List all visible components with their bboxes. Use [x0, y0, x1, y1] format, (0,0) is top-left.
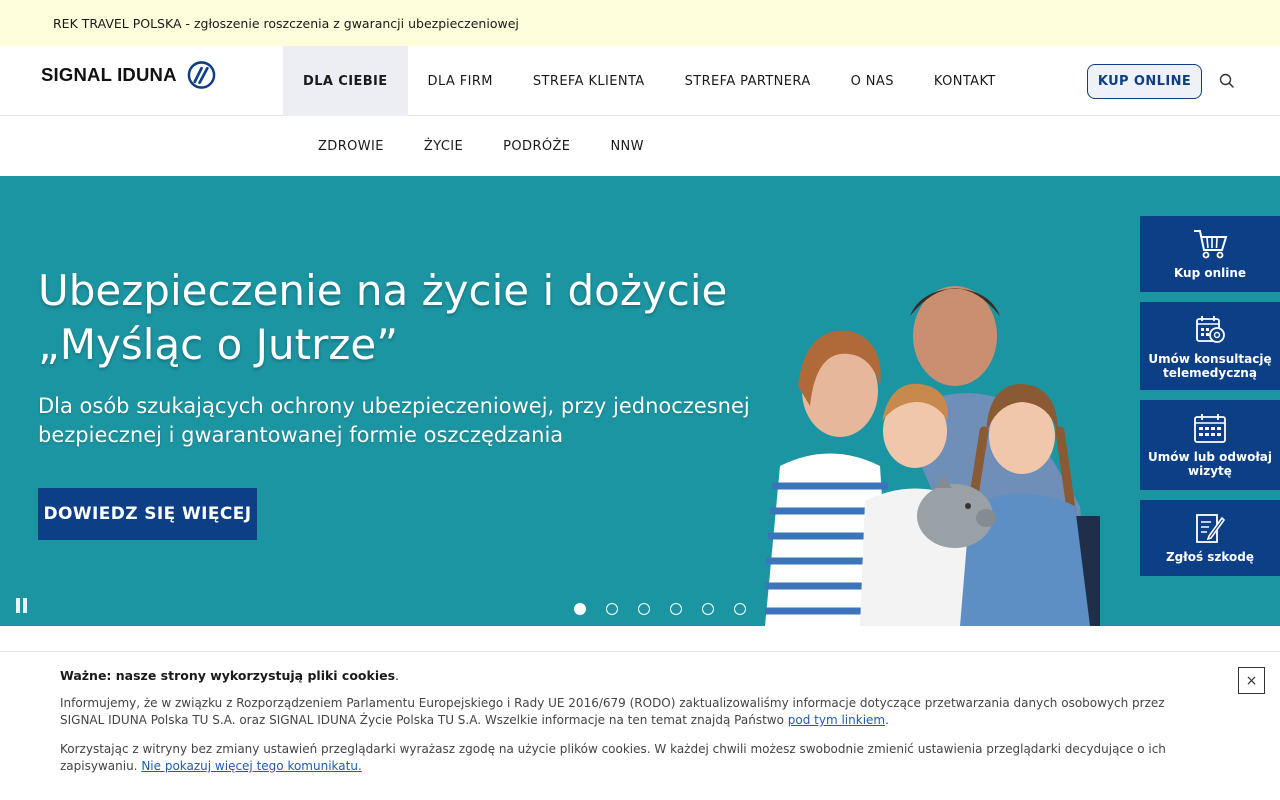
search-icon[interactable]	[1218, 72, 1236, 90]
tile-label: Umów konsultację telemedyczną	[1148, 352, 1272, 380]
page: REK TRAVEL POLSKA - zgłoszenie roszczeni…	[0, 0, 1280, 800]
slider-pause-button[interactable]	[16, 598, 28, 614]
announcement-text[interactable]: REK TRAVEL POLSKA - zgłoszenie roszczeni…	[53, 16, 519, 31]
signal-iduna-logo-icon	[187, 61, 216, 89]
subnav-zycie[interactable]: ŻYCIE	[404, 117, 483, 176]
cookie-title: Ważne: nasze strony wykorzystują pliki c…	[60, 668, 400, 683]
slider-dot-6[interactable]	[734, 603, 746, 615]
subnav-nnw[interactable]: NNW	[590, 117, 664, 176]
main-nav: DLA CIEBIE DLA FIRM STREFA KLIENTA STREF…	[283, 46, 1016, 116]
close-icon: ×	[1245, 672, 1258, 689]
cookie-rodo-text: Informujemy, że w związku z Rozporządzen…	[60, 696, 1165, 727]
hero-title: Ubezpieczenie na życie i dożycie „Myśląc…	[38, 264, 758, 372]
family-photo	[765, 286, 1100, 626]
slider-dot-4[interactable]	[670, 603, 682, 615]
learn-more-button[interactable]: DOWIEDZ SIĘ WIĘCEJ	[38, 488, 257, 540]
nav-kontakt[interactable]: KONTAKT	[914, 46, 1016, 116]
nav-o-nas[interactable]: O NAS	[831, 46, 914, 116]
calendar-icon	[1194, 414, 1226, 443]
slider-dot-5[interactable]	[702, 603, 714, 615]
cookie-consent-text: Korzystając z witryny bez zmiany ustawie…	[60, 742, 1166, 773]
tile-label: Umów lub odwołaj wizytę	[1148, 450, 1273, 478]
slider-dot-2[interactable]	[606, 603, 618, 615]
tile-kup-online[interactable]: Kup online	[1140, 216, 1280, 292]
hero-banner: Ubezpieczenie na życie i dożycie „Myśląc…	[0, 176, 1280, 626]
claim-form-icon	[1196, 514, 1225, 543]
subnav-podroze[interactable]: PODRÓŻE	[483, 117, 590, 176]
slider-dot-3[interactable]	[638, 603, 650, 615]
hero-subtitle: Dla osób szukających ochrony ubezpieczen…	[38, 392, 758, 450]
logo-text: SIGNAL IDUNA	[41, 64, 177, 85]
slider-dots	[574, 603, 746, 615]
tile-report-claim[interactable]: Zgłoś szkodę	[1140, 500, 1280, 576]
tile-appointment[interactable]: Umów lub odwołaj wizytę	[1140, 400, 1280, 490]
pause-icon	[16, 598, 20, 613]
buy-online-button[interactable]: KUP ONLINE	[1087, 64, 1202, 99]
sub-nav: ZDROWIE ŻYCIE PODRÓŻE NNW	[0, 117, 1280, 176]
nav-dla-ciebie[interactable]: DLA CIEBIE	[283, 46, 408, 116]
subnav-zdrowie[interactable]: ZDROWIE	[298, 117, 404, 176]
tile-label: Zgłoś szkodę	[1165, 550, 1255, 564]
hero-subtitle-line1: Dla osób szukających ochrony ubezpieczen…	[38, 394, 750, 418]
cart-icon	[1194, 230, 1228, 259]
hero-title-line1: Ubezpieczenie na życie i dożycie	[38, 266, 728, 315]
tile-telemedicine[interactable]: Umów konsultację telemedyczną	[1140, 302, 1280, 390]
announcement-bar[interactable]: REK TRAVEL POLSKA - zgłoszenie roszczeni…	[0, 0, 1280, 46]
hero-title-line2: „Myśląc o Jutrze”	[38, 320, 399, 369]
hero-subtitle-line2: bezpiecznej i gwarantowanej formie oszcz…	[38, 423, 564, 447]
cookie-close-button[interactable]: ×	[1238, 667, 1265, 694]
dont-show-again-link[interactable]: Nie pokazuj więcej tego komunikatu.	[141, 759, 361, 773]
nav-strefa-partnera[interactable]: STREFA PARTNERA	[665, 46, 831, 116]
cookie-banner: Ważne: nasze strony wykorzystują pliki c…	[0, 651, 1280, 800]
tile-label: Kup online	[1173, 266, 1247, 280]
telemedicine-icon	[1196, 316, 1225, 343]
nav-dla-firm[interactable]: DLA FIRM	[408, 46, 513, 116]
nav-strefa-klienta[interactable]: STREFA KLIENTA	[513, 46, 665, 116]
slider-dot-1[interactable]	[574, 603, 586, 615]
site-header: SIGNAL IDUNA DLA CIEBIE DLA FIRM STREFA …	[0, 46, 1280, 116]
privacy-info-link[interactable]: pod tym linkiem	[788, 713, 885, 727]
logo[interactable]: SIGNAL IDUNA	[41, 60, 216, 90]
